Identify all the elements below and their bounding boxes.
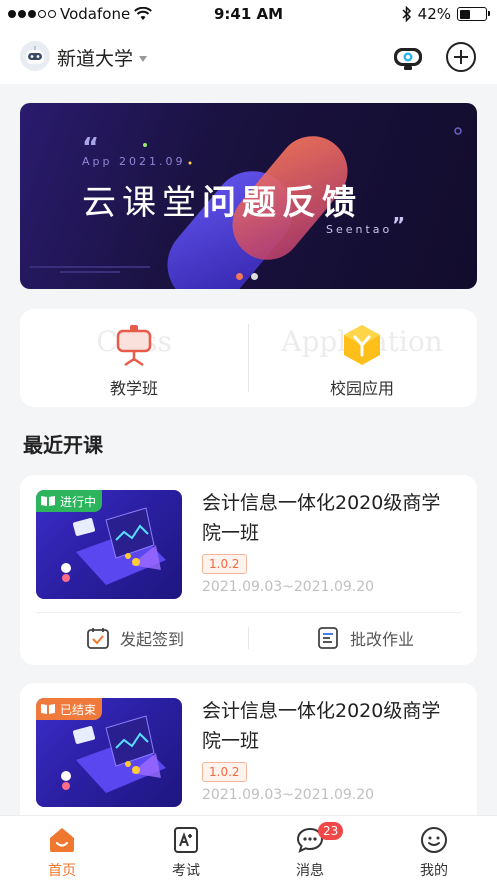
status-bar: Vodafone 9:41 AM 42% [0,0,497,30]
course-date-range: 2021.09.03~2021.09.20 [202,787,375,803]
grade-label: 批改作业 [350,630,415,649]
checkin-calendar-icon [87,628,109,649]
battery-icon [457,7,490,21]
profile-icon [421,827,447,853]
quick-entry-panel: Class 教学班 Application 校园应用 [20,309,477,407]
battery-percent: 42% [417,5,451,23]
banner-brand: Seentao [326,223,393,236]
app-header: 新道大学 [0,30,497,84]
status-tag: 进行中 [36,490,103,512]
tab-exam[interactable]: 考试 [124,816,248,883]
presentation-icon [116,325,152,367]
banner-title: 云课堂问题反馈 [82,175,362,224]
recent-courses-title: 最近开课 [23,433,103,457]
version-badge: 1.0.2 [202,762,247,782]
banner-title-light: 云课堂 [82,183,202,223]
status-text: 已结束 [60,702,97,717]
chevron-down-icon [139,55,148,62]
system-indicators: 42% [402,5,490,23]
tab-messages[interactable]: 23 消息 [248,816,372,883]
course-title: 会计信息一体化2020级商学院一班 [202,492,441,544]
campus-app-entry[interactable]: Application 校园应用 [248,309,476,407]
bottom-tab-bar: 首页 考试 23 消息 我的 [0,815,497,883]
feedback-banner[interactable]: “ App 2021.09 云课堂问题反馈 Seentao ” [20,103,477,289]
tab-profile[interactable]: 我的 [372,816,496,883]
status-tag: 已结束 [36,698,103,720]
scan-camera-button[interactable] [391,40,425,74]
tab-home[interactable]: 首页 [0,816,124,883]
tab-home-label: 首页 [48,863,76,879]
course-date-range: 2021.09.03~2021.09.20 [202,579,375,595]
banner-version: App 2021.09 [82,155,186,168]
tab-profile-label: 我的 [420,863,448,879]
course-title: 会计信息一体化2020级商学院一班 [202,700,441,752]
course-thumbnail: 已结束 [36,698,182,807]
quote-mark-close: ” [392,213,406,237]
teaching-class-entry[interactable]: Class 教学班 [20,309,248,407]
book-icon [41,496,55,506]
exam-icon [174,827,198,853]
camera-robot-icon [394,48,422,70]
campus-app-label: 校园应用 [329,379,394,398]
robot-icon [26,46,44,64]
grade-homework-button[interactable]: 批改作业 [316,623,414,653]
tab-exam-label: 考试 [172,863,200,879]
school-selector[interactable]: 新道大学 [57,44,148,71]
banner-title-bold: 问题反馈 [202,183,362,223]
banner-dot-1[interactable] [236,273,243,280]
version-badge: 1.0.2 [202,554,247,574]
checkin-button[interactable]: 发起签到 [86,623,184,653]
homework-doc-icon [318,627,338,649]
add-button[interactable] [446,42,476,72]
divider [248,627,249,649]
teaching-class-label: 教学班 [109,379,158,398]
school-avatar[interactable] [20,41,50,71]
status-text: 进行中 [60,494,97,509]
unread-badge: 23 [318,822,344,840]
course-card[interactable]: 进行中 会计信息一体化2020级商学院一班 1.0.2 2021.09.03~2… [20,475,477,665]
course-thumbnail: 进行中 [36,490,182,599]
banner-dot-2[interactable] [251,273,258,280]
divider [36,612,461,613]
book-icon [41,704,55,714]
bluetooth-icon [402,6,411,22]
app-cube-icon [344,325,380,365]
home-icon [50,828,74,852]
checkin-label: 发起签到 [120,630,185,649]
tab-messages-label: 消息 [296,863,324,879]
school-name: 新道大学 [57,48,134,70]
banner-pagination[interactable] [236,273,258,280]
